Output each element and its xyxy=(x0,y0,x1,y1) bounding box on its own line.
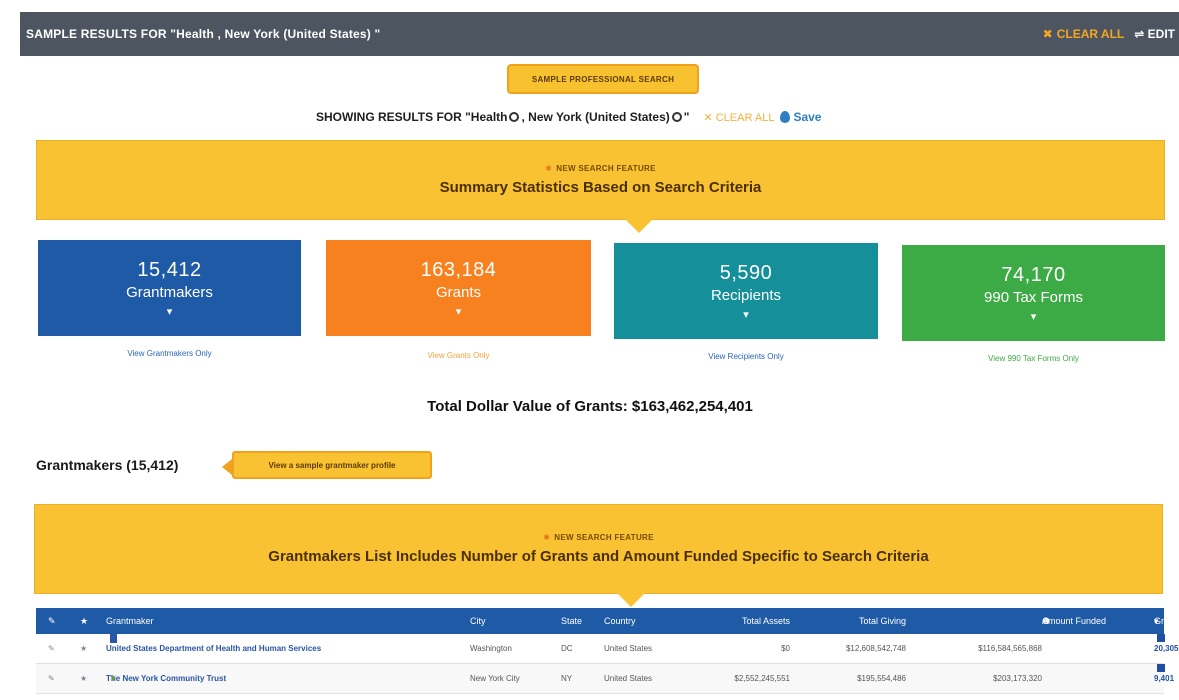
amount-funded-cell: $203,173,320 xyxy=(993,674,1042,683)
chevron-down-icon: ▾ xyxy=(743,308,749,321)
leaf-icon: ❦ xyxy=(110,674,117,683)
state-cell: NY xyxy=(561,674,573,683)
country-cell: United States xyxy=(604,674,653,683)
view-recipients-only-link[interactable]: View Recipients Only xyxy=(614,352,878,361)
grantmakers-stat-card[interactable]: 15,412 Grantmakers ▾ xyxy=(38,240,301,336)
grantmakers-label: Grantmakers xyxy=(126,283,213,301)
save-icon xyxy=(780,111,791,123)
col-total-assets[interactable]: Total Assets xyxy=(706,608,790,634)
star-icon[interactable]: ★ xyxy=(80,664,87,694)
tax-forms-stat-card[interactable]: 74,170 990 Tax Forms ▾ xyxy=(902,245,1165,341)
remove-term-icon[interactable] xyxy=(509,112,520,122)
query-prefix: SHOWING RESULTS FOR "Health xyxy=(316,110,508,124)
chevron-down-icon: ▾ xyxy=(455,305,462,318)
header-actions: ✖ CLEAR ALL ⇌ EDIT xyxy=(1043,27,1179,41)
grantmakers-count: 15,412 xyxy=(137,258,202,281)
banner-pointer xyxy=(625,219,653,233)
total-giving-cell: $195,554,486 xyxy=(857,674,906,683)
tax-forms-label: 990 Tax Forms xyxy=(984,288,1083,306)
grants-stat-card[interactable]: 163,184 Grants ▾ xyxy=(326,240,591,336)
recipients-label: Recipients xyxy=(710,286,782,304)
banner-pointer xyxy=(617,593,645,607)
amount-funded-cell: $116,584,565,868 xyxy=(978,644,1042,653)
info-icon[interactable]: ❶ xyxy=(1042,608,1050,634)
star-icon: ✱ xyxy=(543,533,551,542)
chevron-down-icon: ▾ xyxy=(1030,310,1037,323)
search-summary-line: SHOWING RESULTS FOR "Health , New York (… xyxy=(316,108,821,126)
clear-all-button[interactable]: ✖ CLEAR ALL xyxy=(1043,27,1125,41)
grantmakers-table-header: ✎ ★ Grantmaker City State Country Total … xyxy=(36,608,1179,634)
summary-headline: Summary Statistics Based on Search Crite… xyxy=(439,179,762,196)
select-all-icon[interactable]: ✎ xyxy=(48,608,56,634)
view-tax-forms-only-link[interactable]: View 990 Tax Forms Only xyxy=(902,354,1165,363)
sample-professional-search-button[interactable]: SAMPLE PROFESSIONAL SEARCH xyxy=(507,64,699,94)
view-grantmakers-only-link[interactable]: View Grantmakers Only xyxy=(38,349,301,358)
document-icon xyxy=(110,634,117,643)
total-giving-cell: $12,608,542,748 xyxy=(845,644,906,653)
new-feature-tag: NEW SEARCH FEATURE xyxy=(556,164,656,173)
col-country[interactable]: Country xyxy=(604,608,636,634)
query-location: , New York (United States) xyxy=(521,110,670,124)
chevron-down-icon: ▾ xyxy=(166,305,173,318)
edit-icon[interactable]: ✎ xyxy=(48,634,55,664)
total-assets-cell: $0 xyxy=(781,644,790,653)
total-dollar-value: Total Dollar Value of Grants: $163,462,2… xyxy=(427,398,753,415)
sample-grantmaker-profile-button[interactable]: View a sample grantmaker profile xyxy=(222,451,432,479)
list-headline: Grantmakers List Includes Number of Gran… xyxy=(268,548,929,565)
recipients-stat-card[interactable]: 5,590 Recipients ▾ xyxy=(614,243,878,339)
chart-icon xyxy=(1157,634,1165,642)
col-city[interactable]: City xyxy=(470,608,486,634)
results-title: SAMPLE RESULTS FOR "Health , New York (U… xyxy=(26,27,381,41)
favorite-header-icon[interactable]: ★ xyxy=(80,608,88,634)
grantmakers-list-banner: ✱ NEW SEARCH FEATURE Grantmakers List Inc… xyxy=(34,504,1163,607)
remove-location-icon[interactable] xyxy=(671,112,682,122)
view-grants-only-link[interactable]: View Grants Only xyxy=(326,351,591,360)
close-icon: ✖ xyxy=(1042,27,1053,41)
results-header-bar: SAMPLE RESULTS FOR "Health , New York (U… xyxy=(20,12,1179,56)
edit-button[interactable]: ⇌ EDIT xyxy=(1134,27,1179,41)
recipients-count: 5,590 xyxy=(719,261,773,284)
city-cell: Washington xyxy=(470,644,512,653)
star-icon: ✱ xyxy=(545,164,553,173)
col-state[interactable]: State xyxy=(561,608,582,634)
summary-statistics-banner: ✱ NEW SEARCH FEATURE Summary Statistics B… xyxy=(36,140,1165,233)
table-row[interactable]: ✎ ★ United States Department of Health a… xyxy=(36,634,1178,664)
col-grantmaker[interactable]: Grantmaker xyxy=(106,608,154,634)
grants-label: Grants xyxy=(435,283,481,301)
new-feature-tag: NEW SEARCH FEATURE xyxy=(554,533,654,542)
star-icon[interactable]: ★ xyxy=(80,634,87,664)
total-assets-cell: $2,552,245,551 xyxy=(734,674,790,683)
grantmakers-heading: Grantmakers (15,412) xyxy=(36,457,179,473)
col-total-giving[interactable]: Total Giving xyxy=(804,608,906,634)
sort-desc-icon: ▾ xyxy=(1154,616,1159,626)
save-search-button[interactable]: Save xyxy=(780,110,821,124)
tax-forms-count: 74,170 xyxy=(1001,263,1066,286)
city-cell: New York City xyxy=(470,674,520,683)
table-row[interactable]: ✎ ★ The New York Community Trust ❦ New Yo… xyxy=(36,664,1174,694)
query-suffix: " xyxy=(683,110,690,124)
filter-icon: ⇌ xyxy=(1134,27,1145,41)
chart-icon xyxy=(1157,664,1165,672)
clear-all-link[interactable]: ✕ CLEAR ALL xyxy=(703,111,774,124)
grants-count: 163,184 xyxy=(420,258,497,281)
country-cell: United States xyxy=(604,644,653,653)
state-cell: DC xyxy=(561,644,573,653)
edit-icon[interactable]: ✎ xyxy=(48,664,55,694)
